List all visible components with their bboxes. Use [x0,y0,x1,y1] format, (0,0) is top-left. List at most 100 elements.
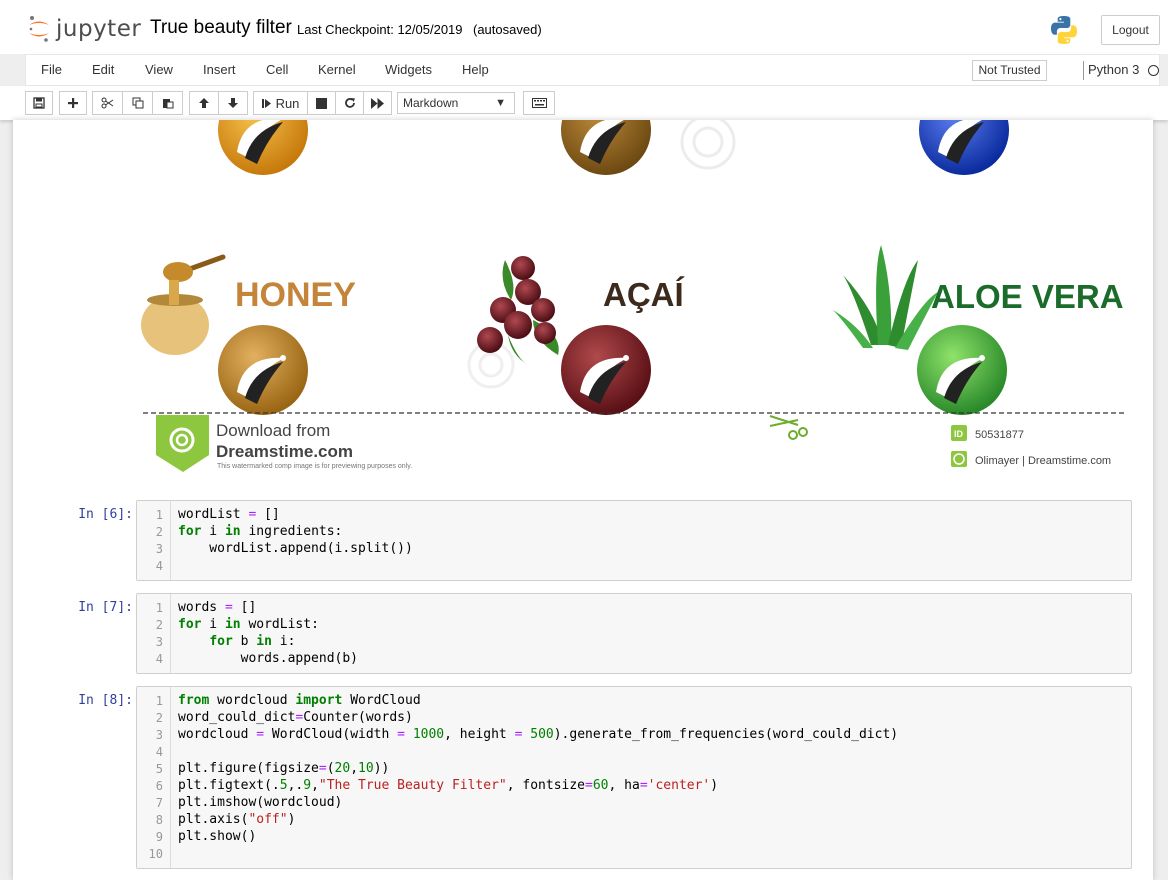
menu-help[interactable]: Help [462,62,489,77]
image-id: 50531877 [975,429,1024,441]
kernel-idle-icon [1148,65,1159,76]
line-number: 1 [155,694,163,708]
arrow-down-icon [228,98,238,108]
sphere-acai [561,325,651,415]
jupyter-wordmark: jupyter [56,16,142,42]
cut-button[interactable] [92,91,123,115]
menu-edit[interactable]: Edit [92,62,114,77]
line-number: 2 [155,525,163,539]
code-editor[interactable]: 1 2 3 4 words = [] for i in wordList: fo… [136,593,1132,674]
line-number: 6 [155,779,163,793]
code-line: plt.axis("off") [178,812,296,827]
cell-type-value: Markdown [403,96,459,110]
code-editor[interactable]: 1 2 3 4 5 6 7 8 9 10 from wordcloud impo… [136,686,1132,869]
code-line: for b in i: [209,634,296,649]
menu-file[interactable]: File [41,62,62,77]
code-line: wordList.append(i.split()) [178,541,413,556]
menu-widgets[interactable]: Widgets [385,62,432,77]
line-number: 3 [155,542,163,556]
cell-prompt: In [8]: [78,693,133,708]
sphere-aloe [917,325,1007,415]
logout-button[interactable]: Logout [1101,15,1160,45]
toolbar: Run Markdown ▼ [0,86,1168,120]
paste-button[interactable] [152,91,183,115]
code-line: plt.figtext(.5,.9,"The True Beauty Filte… [178,778,719,793]
code-line: word_could_dict=Counter(words) [178,710,413,725]
sphere-honey [218,325,308,415]
kernel-divider [1083,61,1084,80]
line-number: 2 [155,711,163,725]
copyright-icon [951,451,967,467]
label-aloe-vera: ALOE VERA [931,278,1124,315]
image-credit: Olimayer | Dreamstime.com [975,455,1111,467]
code-line: plt.imshow(wordcloud) [178,795,343,810]
move-up-button[interactable] [189,91,219,115]
notebook-header: jupyter True beauty filter Last Checkpoi… [0,0,1168,54]
dreamstime-text: Dreamstime.com [216,442,353,461]
restart-button[interactable] [335,91,364,115]
line-number: 5 [155,762,163,776]
menubar: File Edit View Insert Cell Kernel Widget… [25,54,1160,86]
line-number: 10 [148,847,163,861]
fast-forward-icon [371,97,384,109]
move-down-button[interactable] [218,91,248,115]
insert-cell-button[interactable] [59,91,87,115]
code-line: wordcloud = WordCloud(width = 1000, heig… [178,727,899,742]
line-number: 3 [155,728,163,742]
code-line: plt.show() [178,829,257,844]
paste-icon [162,99,173,109]
copy-button[interactable] [122,91,153,115]
notebook-container: HONEY AÇAÍ ALOE VERA Download from Dream… [13,120,1153,880]
code-line: for i in wordList: [178,617,319,632]
restart-run-all-button[interactable] [363,91,392,115]
cut-icon [101,97,114,109]
label-honey: HONEY [235,276,356,314]
line-number: 2 [155,618,163,632]
watermark-note: This watermarked comp image is for previ… [217,463,412,470]
run-button[interactable]: Run [253,91,308,115]
command-palette-button[interactable] [523,91,555,115]
line-number: 1 [155,508,163,522]
cell-type-select[interactable]: Markdown ▼ [397,92,515,114]
svg-text:ID: ID [954,429,964,439]
download-from-text: Download from [216,421,330,440]
last-checkpoint: Last Checkpoint: 12/05/2019 [297,22,463,37]
line-number: 9 [155,830,163,844]
restart-icon [344,98,355,108]
kernel-name[interactable]: Python 3 [1088,62,1139,77]
save-button[interactable] [25,91,53,115]
code-line: wordList = [] [178,507,280,522]
save-icon [33,97,45,109]
menu-kernel[interactable]: Kernel [318,62,356,77]
arrow-up-icon [199,98,209,108]
cell-prompt: In [7]: [78,600,133,615]
line-number: 7 [155,796,163,810]
menu-insert[interactable]: Insert [203,62,236,77]
plus-icon [68,98,78,108]
line-number: 1 [155,601,163,615]
jupyter-logo[interactable]: jupyter [28,14,141,44]
not-trusted-button[interactable]: Not Trusted [972,60,1047,81]
run-label: Run [275,95,300,111]
line-number: 3 [155,635,163,649]
menu-cell[interactable]: Cell [266,62,288,77]
line-number: 4 [155,559,163,573]
code-line: for i in ingredients: [178,524,343,539]
line-number: 8 [155,813,163,827]
copy-icon [132,97,143,109]
code-line: plt.figure(figsize=(20,10)) [178,761,390,776]
line-number: 4 [155,745,163,759]
interrupt-button[interactable] [307,91,336,115]
line-number: 4 [155,652,163,666]
keyboard-icon [531,98,547,108]
label-acai: AÇAÍ [603,276,684,313]
code-line: words.append(b) [178,651,359,666]
notebook-title[interactable]: True beauty filter [150,17,292,39]
run-icon [261,98,271,108]
menu-view[interactable]: View [145,62,173,77]
cell-prompt: In [6]: [78,507,133,522]
autosave-status: (autosaved) [473,22,542,37]
code-editor[interactable]: 1 2 3 4 wordList = [] for i in ingredien… [136,500,1132,581]
id-icon: ID [951,425,967,441]
code-line: words = [] [178,600,257,615]
